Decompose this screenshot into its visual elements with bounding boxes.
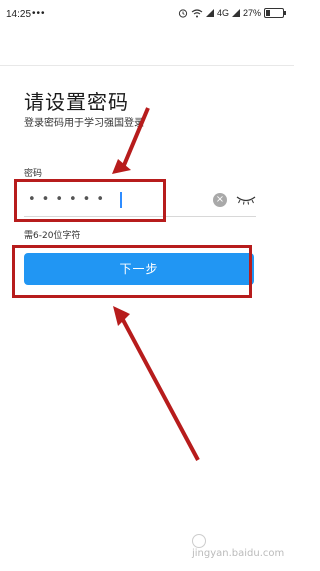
signal-icon [205,9,214,17]
network-type: 4G [216,8,229,18]
arrow-to-next-button [120,317,200,461]
arrowhead-password [112,159,131,174]
page-title: 请设置密码 [24,90,129,114]
watermark-text: jingyan.baidu.com [192,548,285,559]
eye-closed-icon[interactable] [235,192,257,206]
password-hint: 需6-20位字符 [24,231,81,241]
alarm-icon [178,9,188,18]
watermark: jingyan.baidu.com [192,534,294,559]
status-bar: 14:25 ••• 4G 27% [0,0,294,24]
battery-fill [266,10,270,16]
annotation-box-next-button [12,245,252,298]
battery-percent: 27% [242,8,261,18]
wifi-icon [191,8,203,17]
battery-icon [264,8,286,18]
page-subtitle: 登录密码用于学习强国登录 [24,118,144,129]
status-time: 14:25 [6,9,32,20]
arrowhead-next-button [113,306,130,326]
password-label: 密码 [24,169,43,179]
page: 14:25 ••• 4G 27% 请设置密码 登录密码用于学习强国登录 密码 •… [0,0,294,571]
watermark-logo [192,534,206,548]
clear-icon[interactable]: × [213,193,227,207]
status-icons: 4G 27% [178,8,286,18]
more-icon: ••• [32,8,46,19]
signal-icon-2 [231,9,240,17]
annotation-box-password [14,179,166,222]
header-divider [0,65,294,66]
